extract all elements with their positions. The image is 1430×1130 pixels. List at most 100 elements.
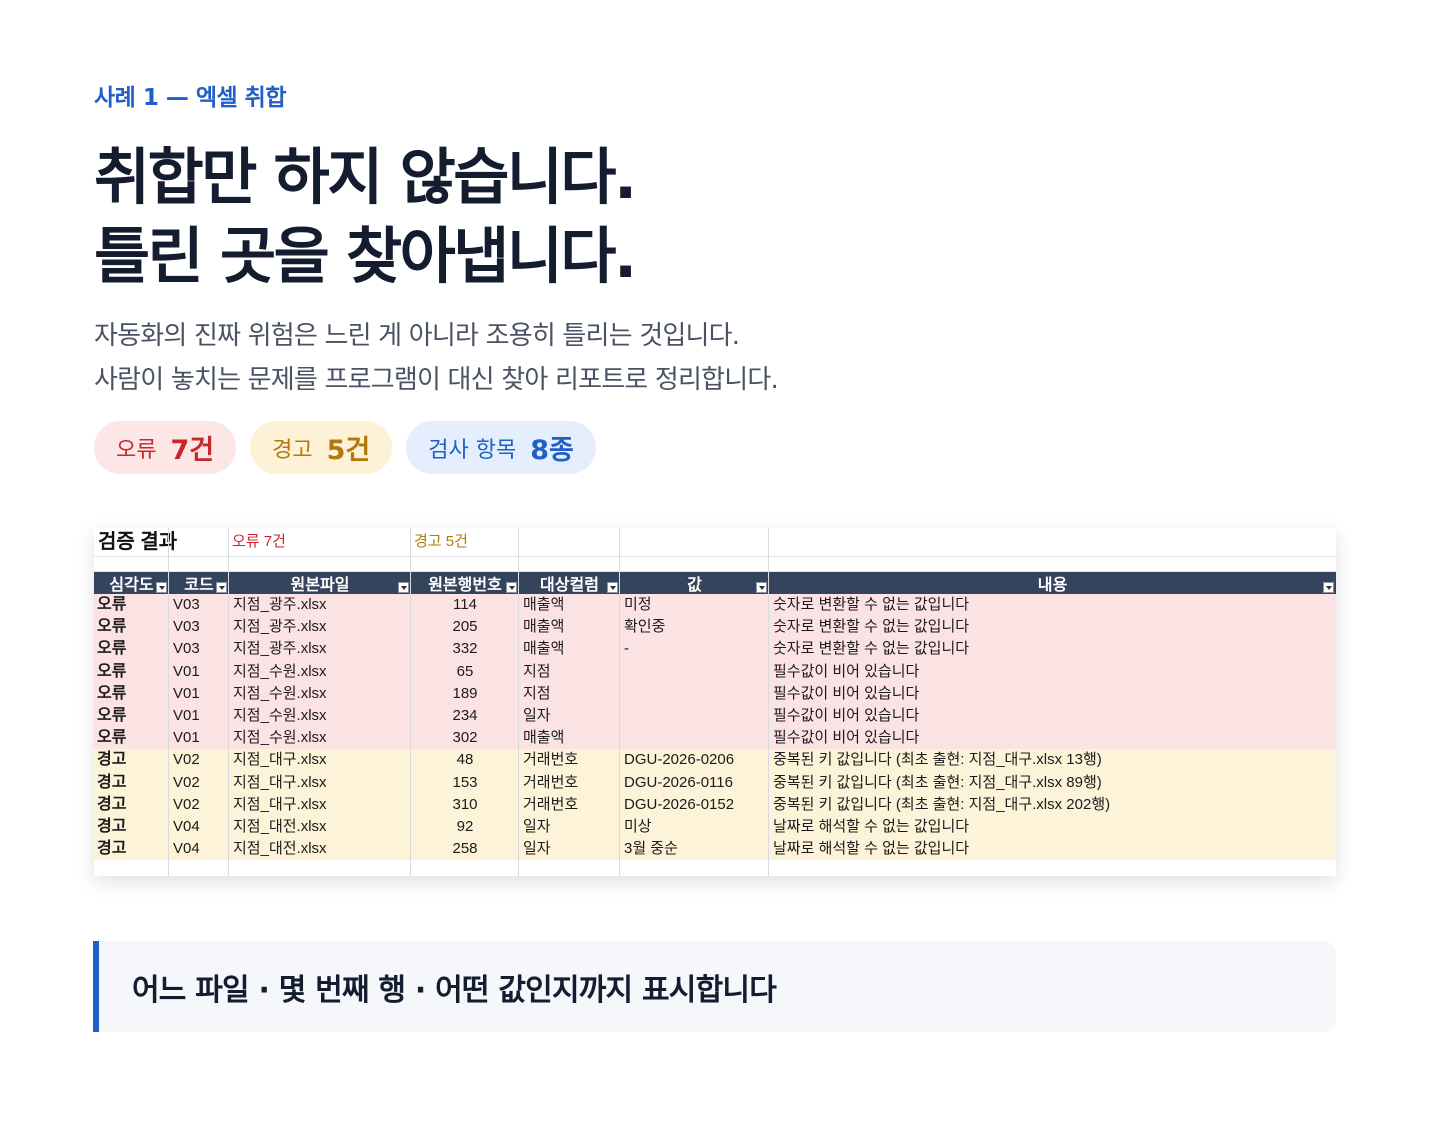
cell-col[interactable]: 매출액 — [519, 638, 620, 660]
cell-file[interactable]: 지점_수원.xlsx — [229, 727, 411, 749]
cell-msg[interactable]: 중복된 키 값입니다 (최초 출현: 지점_대구.xlsx 202행) — [769, 794, 1336, 816]
cell-col[interactable]: 거래번호 — [519, 772, 620, 794]
cell-file[interactable]: 지점_대구.xlsx — [229, 772, 411, 794]
cell-value[interactable]: DGU-2026-0206 — [620, 749, 769, 771]
cell-code[interactable]: V04 — [169, 816, 229, 838]
cell-msg[interactable]: 날짜로 해석할 수 없는 값입니다 — [769, 816, 1336, 838]
table-row[interactable]: 경고 V02 지점_대구.xlsx 153 거래번호 DGU-2026-0116 중복된 키… — [94, 771, 1336, 794]
cell-code[interactable]: V01 — [169, 727, 229, 749]
cell-col[interactable]: 거래번호 — [519, 749, 620, 771]
cell-row[interactable]: 302 — [411, 727, 519, 749]
filter-dropdown-icon[interactable] — [216, 582, 227, 593]
cell-sev[interactable]: 오류 — [94, 594, 169, 616]
table-row[interactable]: 오류 V03 지점_광주.xlsx 205 매출액 확인중 숫자로 변환할 수 없는 값입니… — [94, 616, 1336, 639]
cell-code[interactable]: V04 — [169, 838, 229, 860]
table-row[interactable]: 경고 V02 지점_대구.xlsx 310 거래번호 DGU-2026-0152 중복된 키… — [94, 793, 1336, 816]
cell-code[interactable]: V02 — [169, 749, 229, 771]
cell-msg[interactable]: 중복된 키 값입니다 (최초 출현: 지점_대구.xlsx 89행) — [769, 772, 1336, 794]
cell-sev[interactable]: 경고 — [94, 838, 169, 860]
cell-col[interactable]: 매출액 — [519, 594, 620, 616]
cell-file[interactable]: 지점_광주.xlsx — [229, 594, 411, 616]
cell-file[interactable]: 지점_대전.xlsx — [229, 838, 411, 860]
cell-sev[interactable]: 오류 — [94, 727, 169, 749]
table-row[interactable]: 경고 V04 지점_대전.xlsx 92 일자 미상 날짜로 해석할 수 없는 값입니다 — [94, 816, 1336, 839]
cell-msg[interactable]: 숫자로 변환할 수 없는 값입니다 — [769, 616, 1336, 638]
cell-col[interactable]: 거래번호 — [519, 794, 620, 816]
cell-row[interactable]: 205 — [411, 616, 519, 638]
cell-code[interactable]: V03 — [169, 638, 229, 660]
cell-row[interactable]: 65 — [411, 661, 519, 683]
cell-value[interactable] — [620, 661, 769, 683]
cell-row[interactable]: 189 — [411, 683, 519, 705]
cell-col[interactable]: 일자 — [519, 705, 620, 727]
cell-sev[interactable]: 경고 — [94, 772, 169, 794]
cell-file[interactable]: 지점_수원.xlsx — [229, 683, 411, 705]
cell-file[interactable]: 지점_대전.xlsx — [229, 816, 411, 838]
cell-msg[interactable]: 필수값이 비어 있습니다 — [769, 661, 1336, 683]
cell-msg[interactable]: 숫자로 변환할 수 없는 값입니다 — [769, 638, 1336, 660]
cell-code[interactable]: V01 — [169, 705, 229, 727]
cell-code[interactable]: V01 — [169, 683, 229, 705]
filter-dropdown-icon[interactable] — [756, 582, 767, 593]
cell-sev[interactable]: 경고 — [94, 816, 169, 838]
cell-file[interactable]: 지점_광주.xlsx — [229, 616, 411, 638]
cell-value[interactable] — [620, 683, 769, 705]
cell-row[interactable]: 258 — [411, 838, 519, 860]
cell-code[interactable]: V01 — [169, 661, 229, 683]
table-row[interactable]: 오류 V01 지점_수원.xlsx 234 일자 필수값이 비어 있습니다 — [94, 705, 1336, 728]
cell-col[interactable]: 지점 — [519, 683, 620, 705]
cell-row[interactable]: 114 — [411, 594, 519, 616]
table-row[interactable]: 오류 V03 지점_광주.xlsx 114 매출액 미정 숫자로 변환할 수 없는 값입니다 — [94, 594, 1336, 617]
cell-col[interactable]: 지점 — [519, 661, 620, 683]
filter-dropdown-icon[interactable] — [607, 582, 618, 593]
cell-code[interactable]: V03 — [169, 594, 229, 616]
filter-dropdown-icon[interactable] — [398, 582, 409, 593]
cell-sev[interactable]: 경고 — [94, 794, 169, 816]
cell-sev[interactable]: 오류 — [94, 616, 169, 638]
cell-file[interactable]: 지점_광주.xlsx — [229, 638, 411, 660]
cell-file[interactable]: 지점_대구.xlsx — [229, 749, 411, 771]
table-row[interactable]: 오류 V01 지점_수원.xlsx 189 지점 필수값이 비어 있습니다 — [94, 682, 1336, 705]
cell-value[interactable]: DGU-2026-0116 — [620, 772, 769, 794]
cell-row[interactable]: 153 — [411, 772, 519, 794]
cell-row[interactable]: 234 — [411, 705, 519, 727]
cell-col[interactable]: 일자 — [519, 816, 620, 838]
cell-sev[interactable]: 경고 — [94, 749, 169, 771]
cell-col[interactable]: 매출액 — [519, 616, 620, 638]
cell-code[interactable]: V03 — [169, 616, 229, 638]
cell-code[interactable]: V02 — [169, 794, 229, 816]
cell-row[interactable]: 48 — [411, 749, 519, 771]
cell-row[interactable]: 92 — [411, 816, 519, 838]
validation-spreadsheet[interactable]: 검증 결과 오류 7건 경고 5건 심각도 코드 원본파일 원본행번호 대상컬럼 값 내용 … — [94, 528, 1336, 876]
cell-code[interactable]: V02 — [169, 772, 229, 794]
cell-msg[interactable]: 중복된 키 값입니다 (최초 출현: 지점_대구.xlsx 13행) — [769, 749, 1336, 771]
cell-row[interactable]: 310 — [411, 794, 519, 816]
column-header[interactable]: 심각도 — [94, 572, 169, 594]
table-row[interactable]: 오류 V01 지점_수원.xlsx 302 매출액 필수값이 비어 있습니다 — [94, 727, 1336, 750]
cell-msg[interactable]: 필수값이 비어 있습니다 — [769, 683, 1336, 705]
cell-value[interactable] — [620, 705, 769, 727]
cell-file[interactable]: 지점_대구.xlsx — [229, 794, 411, 816]
column-header[interactable]: 대상컬럼 — [519, 572, 620, 594]
column-header[interactable]: 코드 — [169, 572, 229, 594]
column-header[interactable]: 원본파일 — [229, 572, 411, 594]
cell-value[interactable]: 미정 — [620, 594, 769, 616]
cell-msg[interactable]: 날짜로 해석할 수 없는 값입니다 — [769, 838, 1336, 860]
cell-col[interactable]: 매출액 — [519, 727, 620, 749]
cell-file[interactable]: 지점_수원.xlsx — [229, 661, 411, 683]
table-row[interactable]: 경고 V04 지점_대전.xlsx 258 일자 3월 중순 날짜로 해석할 수 없는 값입… — [94, 838, 1336, 861]
cell-value[interactable]: DGU-2026-0152 — [620, 794, 769, 816]
cell-value[interactable]: 3월 중순 — [620, 838, 769, 860]
filter-dropdown-icon[interactable] — [506, 582, 517, 593]
column-header[interactable]: 값 — [620, 572, 769, 594]
cell-sev[interactable]: 오류 — [94, 683, 169, 705]
filter-dropdown-icon[interactable] — [156, 582, 167, 593]
table-row[interactable]: 오류 V03 지점_광주.xlsx 332 매출액 - 숫자로 변환할 수 없는 값입니다 — [94, 638, 1336, 661]
filter-dropdown-icon[interactable] — [1323, 582, 1334, 593]
cell-value[interactable] — [620, 727, 769, 749]
table-row[interactable]: 경고 V02 지점_대구.xlsx 48 거래번호 DGU-2026-0206 중복된 키 … — [94, 749, 1336, 772]
column-header[interactable]: 원본행번호 — [411, 572, 519, 594]
cell-msg[interactable]: 숫자로 변환할 수 없는 값입니다 — [769, 594, 1336, 616]
cell-msg[interactable]: 필수값이 비어 있습니다 — [769, 727, 1336, 749]
cell-col[interactable]: 일자 — [519, 838, 620, 860]
